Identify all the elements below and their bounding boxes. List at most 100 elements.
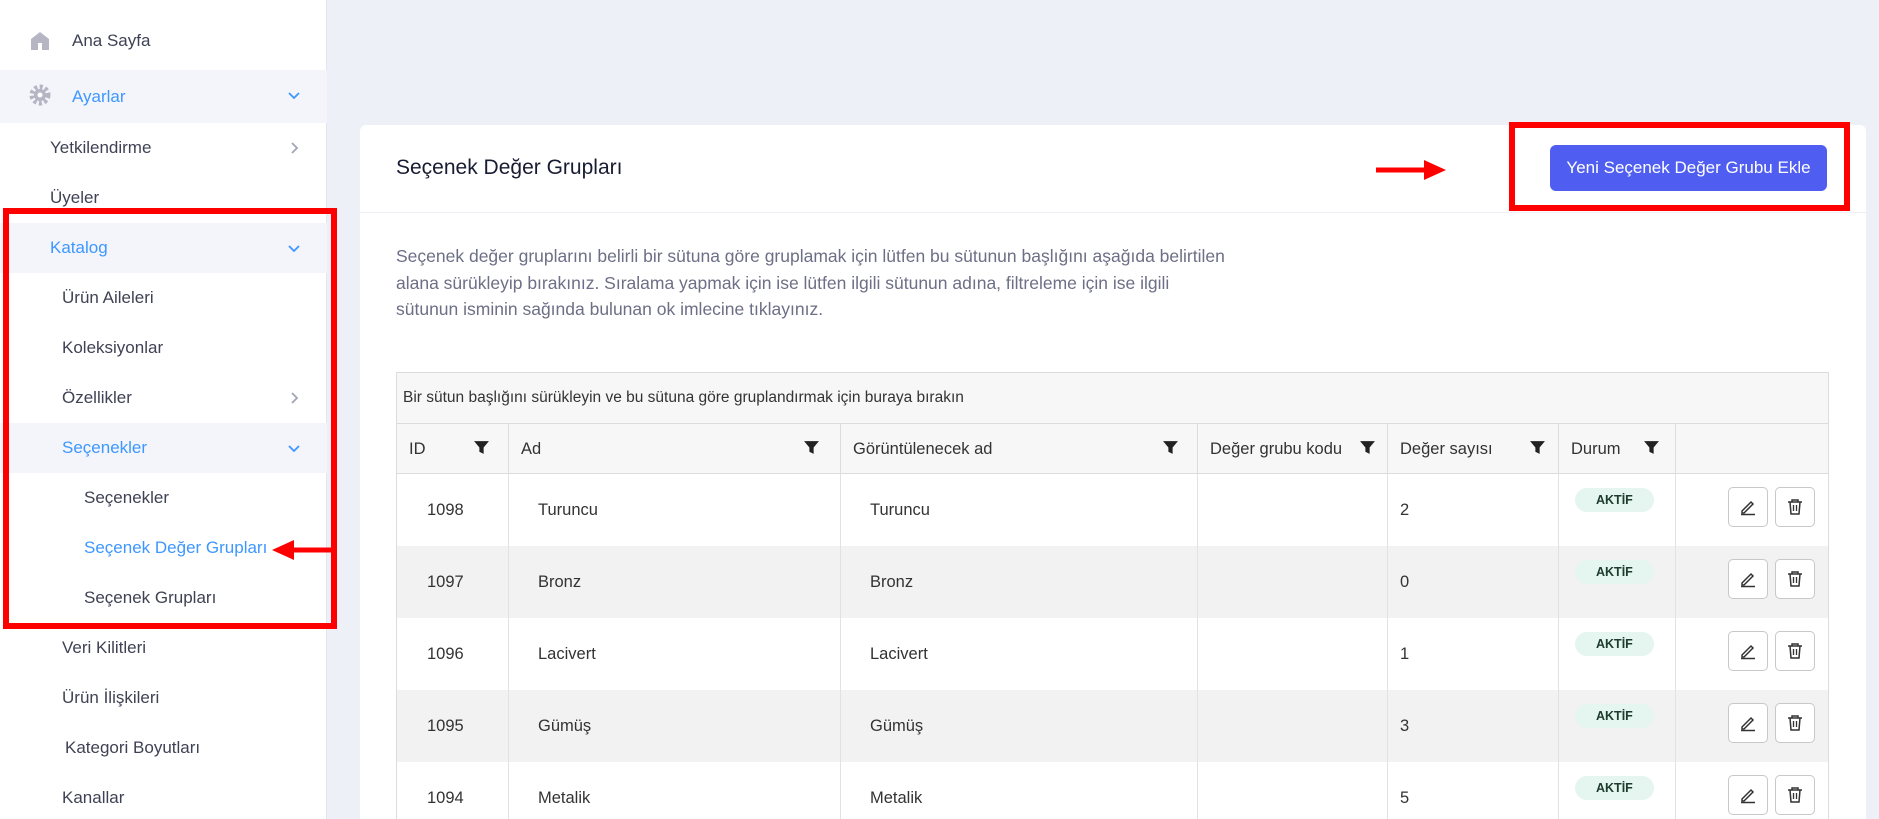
sidebar-item-label: Ana Sayfa [72, 31, 151, 50]
sidebar-item-label: Kanallar [62, 788, 125, 807]
home-icon [31, 32, 49, 50]
delete-button[interactable] [1775, 559, 1815, 599]
filter-icon[interactable] [803, 439, 820, 456]
cell-id: 1095 [397, 690, 509, 762]
group-panel[interactable]: Bir sütun başlığını sürükleyin ve bu süt… [397, 373, 1828, 424]
cell-display-text: Turuncu [870, 501, 930, 519]
cell-name: Gümüş [509, 690, 841, 762]
status-badge: AKTİF [1575, 560, 1654, 584]
page-title: Seçenek Değer Grupları [396, 156, 623, 179]
cell-count: 1 [1388, 618, 1559, 690]
cell-name: Turuncu [509, 474, 841, 546]
cell-status: AKTİF [1559, 546, 1676, 618]
column-header-display-name[interactable]: Görüntülenecek ad [841, 424, 1198, 473]
column-header-name[interactable]: Ad [509, 424, 841, 473]
edit-button[interactable] [1728, 559, 1768, 599]
trash-icon [1788, 499, 1802, 515]
annotation-highlight-add-button [1509, 122, 1850, 211]
cell-count-text: 5 [1400, 789, 1410, 807]
status-badge: AKTİF [1575, 632, 1654, 656]
cell-name-text: Gümüş [538, 717, 592, 735]
column-header-id[interactable]: ID [397, 424, 509, 473]
sidebar-item-product-relations[interactable]: Ürün İlişkileri [0, 673, 327, 723]
edit-button[interactable] [1728, 703, 1768, 743]
cell-display: Gümüş [841, 690, 1198, 762]
pencil-icon [1741, 500, 1755, 516]
sidebar-item-authorization[interactable]: Yetkilendirme [0, 123, 327, 173]
trash-icon [1788, 571, 1802, 587]
cell-name-text: Turuncu [538, 501, 598, 519]
sidebar-item-data-locks[interactable]: Veri Kilitleri [0, 623, 327, 673]
cell-id-text: 1096 [427, 645, 464, 663]
cell-id: 1098 [397, 474, 509, 546]
filter-icon[interactable] [1529, 439, 1546, 456]
main-card: Seçenek Değer Grupları Yeni Seçenek Değe… [360, 125, 1866, 819]
cell-count: 0 [1388, 546, 1559, 618]
filter-icon[interactable] [1359, 439, 1376, 456]
status-badge: AKTİF [1575, 704, 1654, 728]
delete-button[interactable] [1775, 703, 1815, 743]
table-row[interactable]: 1094 Metalik Metalik 5 AKTİF [397, 762, 1828, 819]
cell-id: 1096 [397, 618, 509, 690]
cell-code [1198, 762, 1388, 819]
pencil-icon [1741, 572, 1755, 588]
cell-count: 3 [1388, 690, 1559, 762]
sidebar-item-label: Ayarlar [72, 86, 126, 106]
cell-code [1198, 618, 1388, 690]
gear-icon [29, 84, 51, 106]
sidebar-item-channels[interactable]: Kanallar [0, 773, 327, 819]
filter-icon[interactable] [473, 439, 490, 456]
pencil-icon [1741, 644, 1755, 660]
cell-code [1198, 546, 1388, 618]
cell-display: Turuncu [841, 474, 1198, 546]
cell-status: AKTİF [1559, 690, 1676, 762]
sidebar-item-settings[interactable]: Ayarlar [0, 70, 327, 123]
cell-display: Metalik [841, 762, 1198, 819]
table-row[interactable]: 1096 Lacivert Lacivert 1 AKTİF [397, 618, 1828, 690]
delete-button[interactable] [1775, 631, 1815, 671]
cell-status: AKTİF [1559, 618, 1676, 690]
grid-header-row: ID Ad Görüntülenecek ad Değer grubu kodu… [397, 424, 1828, 474]
sidebar-item-category-dimensions[interactable]: Kategori Boyutları [0, 723, 327, 773]
delete-button[interactable] [1775, 487, 1815, 527]
cell-display: Bronz [841, 546, 1198, 618]
edit-button[interactable] [1728, 487, 1768, 527]
trash-icon [1788, 787, 1802, 803]
trash-icon [1788, 715, 1802, 731]
cell-display-text: Metalik [870, 789, 923, 807]
table-row[interactable]: 1097 Bronz Bronz 0 AKTİF [397, 546, 1828, 618]
cell-display-text: Gümüş [870, 717, 924, 735]
annotation-arrow-left [272, 540, 334, 560]
sidebar-item-label: Ürün İlişkileri [62, 688, 160, 707]
cell-id: 1094 [397, 762, 509, 819]
cell-name: Bronz [509, 546, 841, 618]
table-row[interactable]: 1098 Turuncu Turuncu 2 AKTİF [397, 474, 1828, 546]
cell-status: AKTİF [1559, 762, 1676, 819]
cell-status: AKTİF [1559, 474, 1676, 546]
annotation-highlight-sidebar [3, 208, 337, 629]
column-header-label: Görüntülenecek ad [853, 440, 993, 458]
edit-button[interactable] [1728, 631, 1768, 671]
delete-button[interactable] [1775, 775, 1815, 815]
status-badge: AKTİF [1575, 488, 1654, 512]
sidebar-item-home[interactable]: Ana Sayfa [0, 16, 327, 66]
sidebar-item-label: Veri Kilitleri [62, 638, 147, 657]
edit-button[interactable] [1728, 775, 1768, 815]
filter-icon[interactable] [1643, 439, 1660, 456]
cell-display-text: Lacivert [870, 645, 928, 663]
column-header-group-code[interactable]: Değer grubu kodu [1198, 424, 1388, 473]
column-header-label: Değer sayısı [1400, 440, 1493, 458]
cell-id-text: 1095 [427, 717, 464, 735]
table-row[interactable]: 1095 Gümüş Gümüş 3 AKTİF [397, 690, 1828, 762]
page-description: Seçenek değer gruplarını belirli bir süt… [396, 246, 1225, 319]
cell-name-text: Bronz [538, 573, 582, 591]
status-badge: AKTİF [1575, 776, 1654, 800]
chevron-right-icon [291, 142, 299, 154]
cell-count-text: 3 [1400, 717, 1410, 735]
column-header-status[interactable]: Durum [1559, 424, 1676, 473]
filter-icon[interactable] [1162, 439, 1179, 456]
sidebar-item-label: Kategori Boyutları [65, 738, 201, 757]
cell-display-text: Bronz [870, 573, 914, 591]
column-header-value-count[interactable]: Değer sayısı [1388, 424, 1559, 473]
column-header-label: Durum [1571, 440, 1621, 458]
